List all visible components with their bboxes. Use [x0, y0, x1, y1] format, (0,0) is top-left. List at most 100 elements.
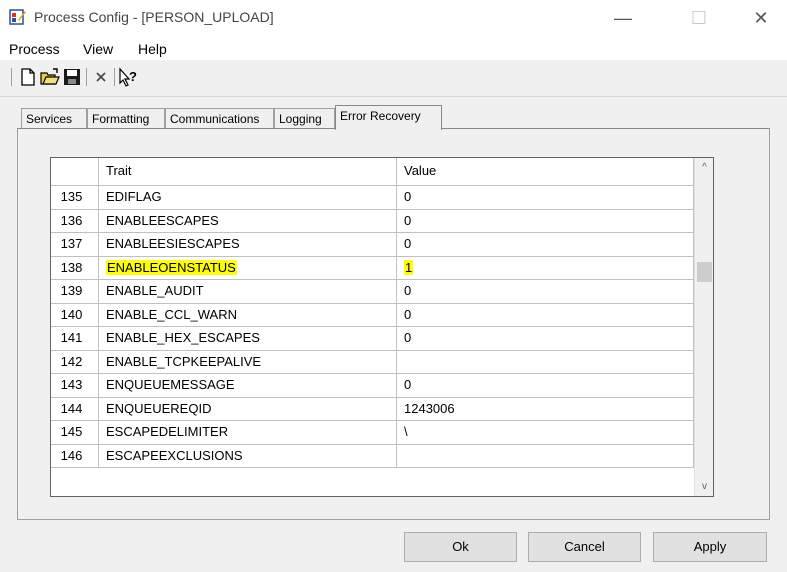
- toolbar-separator: [114, 68, 115, 86]
- header-trait[interactable]: Trait: [99, 158, 397, 185]
- row-number: 146: [51, 444, 99, 467]
- value-cell[interactable]: 0: [397, 233, 694, 256]
- menu-view[interactable]: View: [83, 41, 113, 57]
- trait-cell[interactable]: ENABLEESIESCAPES: [99, 233, 397, 256]
- table-row[interactable]: 146 ESCAPEEXCLUSIONS: [51, 444, 694, 468]
- row-number: 140: [51, 303, 99, 326]
- ok-button[interactable]: Ok: [404, 532, 517, 562]
- value-cell[interactable]: 0: [397, 327, 694, 350]
- value-cell[interactable]: 0: [397, 303, 694, 326]
- table-row[interactable]: 141 ENABLE_HEX_ESCAPES 0: [51, 327, 694, 351]
- new-icon[interactable]: [18, 67, 38, 87]
- scroll-up-icon[interactable]: ^: [695, 158, 713, 177]
- menu-process[interactable]: Process: [9, 41, 60, 57]
- title-bar: Process Config - [PERSON_UPLOAD] — ☐ ✕: [0, 0, 787, 36]
- trait-text: ENABLE_CCL_WARN: [106, 306, 238, 322]
- minimize-button[interactable]: —: [600, 4, 646, 32]
- grid-header: Trait Value: [51, 158, 694, 186]
- open-icon[interactable]: [40, 67, 60, 87]
- trait-text: ENABLEESIESCAPES: [106, 236, 240, 251]
- table-row[interactable]: 143 ENQUEUEMESSAGE 0: [51, 374, 694, 398]
- row-number: 143: [51, 374, 99, 397]
- close-button[interactable]: ✕: [738, 4, 784, 32]
- toolbar-separator: [86, 68, 87, 86]
- table-row[interactable]: 144 ENQUEUEREQID 1243006: [51, 397, 694, 421]
- menu-bar: Process View Help: [0, 36, 787, 60]
- trait-text: ESCAPEEXCLUSIONS: [106, 447, 243, 463]
- row-number: 139: [51, 280, 99, 303]
- trait-cell[interactable]: ENABLE_AUDIT: [99, 280, 397, 303]
- tab-logging[interactable]: Logging: [274, 108, 335, 128]
- scrollbar-thumb[interactable]: [697, 262, 712, 282]
- value-text: \: [404, 424, 408, 439]
- value-text: 0: [404, 212, 412, 228]
- tab-error-recovery[interactable]: Error Recovery: [335, 105, 442, 130]
- trait-cell[interactable]: ENABLE_CCL_WARN: [99, 303, 397, 326]
- value-text: 0: [404, 283, 412, 298]
- table-row[interactable]: 140 ENABLE_CCL_WARN 0: [51, 303, 694, 327]
- value-text: 1243006: [404, 400, 455, 416]
- value-cell[interactable]: 0: [397, 280, 694, 303]
- svg-text:?: ?: [129, 69, 137, 84]
- cancel-button[interactable]: Cancel: [528, 532, 641, 562]
- delete-icon[interactable]: [91, 67, 111, 87]
- row-number: 142: [51, 350, 99, 373]
- header-row-number: [51, 158, 99, 185]
- help-pointer-icon[interactable]: ?: [118, 67, 138, 87]
- value-cell[interactable]: [397, 350, 694, 373]
- trait-cell[interactable]: ENQUEUEMESSAGE: [99, 374, 397, 397]
- row-number: 145: [51, 421, 99, 444]
- trait-cell[interactable]: ESCAPEEXCLUSIONS: [99, 444, 397, 467]
- value-text: 0: [404, 306, 412, 322]
- table-row[interactable]: 137 ENABLEESIESCAPES 0: [51, 233, 694, 257]
- value-cell[interactable]: 0: [397, 186, 694, 209]
- row-number: 135: [51, 186, 99, 209]
- table-row[interactable]: 142 ENABLE_TCPKEEPALIVE: [51, 350, 694, 374]
- trait-text: ENABLE_TCPKEEPALIVE: [106, 353, 262, 369]
- header-value[interactable]: Value: [397, 158, 694, 185]
- trait-text: ENQUEUEMESSAGE: [106, 377, 235, 392]
- toolbar: ?: [0, 62, 787, 92]
- row-number: 138: [51, 256, 99, 279]
- tab-formatting[interactable]: Formatting: [87, 108, 165, 128]
- toolbar-divider: [0, 96, 787, 97]
- trait-text: ENQUEUEREQID: [106, 400, 212, 416]
- trait-cell[interactable]: ENQUEUEREQID: [99, 397, 397, 420]
- value-text: 0: [404, 189, 412, 204]
- value-cell[interactable]: 0: [397, 209, 694, 232]
- tab-communications[interactable]: Communications: [165, 108, 274, 128]
- value-cell[interactable]: \: [397, 421, 694, 444]
- tab-services[interactable]: Services: [21, 108, 87, 128]
- value-text: 0: [404, 377, 412, 392]
- table-row[interactable]: 136 ENABLEESCAPES 0: [51, 209, 694, 233]
- scroll-down-icon[interactable]: v: [695, 477, 713, 496]
- table-row[interactable]: 138 ENABLEOENSTATUS 1: [51, 256, 694, 280]
- value-cell[interactable]: 1243006: [397, 397, 694, 420]
- trait-text: ENABLE_HEX_ESCAPES: [106, 330, 260, 345]
- table-row[interactable]: 145 ESCAPEDELIMITER \: [51, 421, 694, 445]
- trait-text: ENABLE_AUDIT: [106, 283, 204, 298]
- save-icon[interactable]: [62, 67, 82, 87]
- table-row[interactable]: 135 EDIFLAG 0: [51, 186, 694, 210]
- trait-cell[interactable]: EDIFLAG: [99, 186, 397, 209]
- value-cell[interactable]: 1: [397, 256, 694, 279]
- trait-cell[interactable]: ESCAPEDELIMITER: [99, 421, 397, 444]
- window-title: Process Config - [PERSON_UPLOAD]: [34, 9, 274, 25]
- value-cell[interactable]: [397, 444, 694, 467]
- trait-cell[interactable]: ENABLEOENSTATUS: [99, 256, 397, 279]
- value-cell[interactable]: 0: [397, 374, 694, 397]
- toolbar-separator: [11, 68, 12, 86]
- trait-cell[interactable]: ENABLE_HEX_ESCAPES: [99, 327, 397, 350]
- trait-cell[interactable]: ENABLE_TCPKEEPALIVE: [99, 350, 397, 373]
- maximize-button[interactable]: ☐: [676, 4, 722, 32]
- row-number: 137: [51, 233, 99, 256]
- trait-text: EDIFLAG: [106, 189, 162, 204]
- grid-scrollbar[interactable]: ^ v: [694, 158, 713, 496]
- value-text: 0: [404, 330, 412, 345]
- trait-cell[interactable]: ENABLEESCAPES: [99, 209, 397, 232]
- traits-grid[interactable]: Trait Value 135 EDIFLAG 0 136 ENABLEESCAPES 0…: [50, 157, 714, 497]
- menu-help[interactable]: Help: [138, 41, 167, 57]
- apply-button[interactable]: Apply: [653, 532, 767, 562]
- trait-text: ESCAPEDELIMITER: [106, 424, 229, 439]
- table-row[interactable]: 139 ENABLE_AUDIT 0: [51, 280, 694, 304]
